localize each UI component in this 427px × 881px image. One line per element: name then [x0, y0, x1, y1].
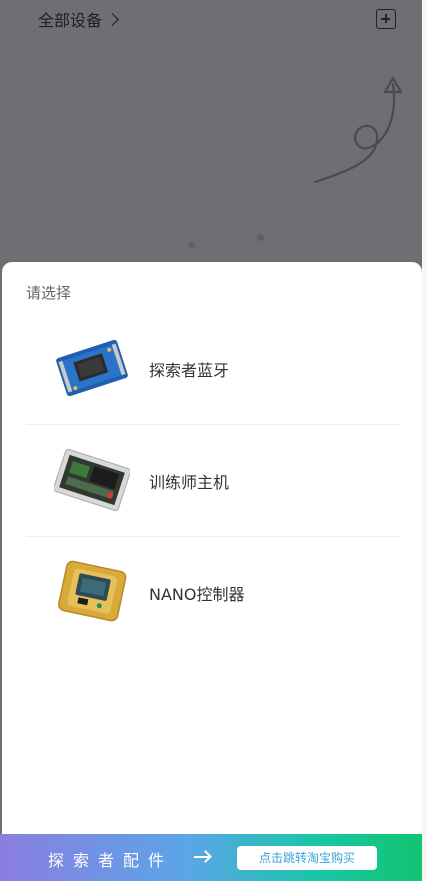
device-select-sheet: 请选择 探索者蓝牙 训练师主机 NANO控制器	[2, 262, 422, 881]
device-option-nano[interactable]: NANO控制器	[26, 536, 400, 648]
device-option-label: NANO控制器	[149, 585, 245, 604]
all-devices-label: 全部设备	[38, 11, 103, 30]
arrow-right-icon	[194, 856, 210, 858]
page-indicator-dot	[188, 242, 195, 249]
trainer-host-icon	[54, 448, 130, 512]
device-option-bluetooth[interactable]: 探索者蓝牙	[26, 312, 400, 425]
sheet-title: 请选择	[26, 284, 72, 302]
taobao-buy-button[interactable]: 点击跳转淘宝购买	[237, 846, 377, 870]
page-indicator-dot	[257, 234, 264, 241]
bluetooth-module-icon	[56, 339, 128, 397]
device-option-label: 探索者蓝牙	[149, 361, 230, 380]
edge-strip	[422, 0, 427, 881]
device-option-label: 训练师主机	[149, 473, 230, 492]
loop-arrow-decoration-icon	[313, 76, 403, 184]
accessories-banner[interactable]: 探索者配件 点击跳转淘宝购买	[0, 834, 422, 881]
add-device-button[interactable]	[376, 9, 396, 29]
accessories-text: 探索者配件	[48, 851, 174, 870]
nano-controller-icon	[58, 560, 127, 622]
device-option-trainer-host[interactable]: 训练师主机	[26, 424, 400, 537]
all-devices-link[interactable]: 全部设备	[38, 9, 119, 30]
chevron-right-icon	[106, 12, 119, 26]
device-page-header: 全部设备	[0, 0, 427, 270]
